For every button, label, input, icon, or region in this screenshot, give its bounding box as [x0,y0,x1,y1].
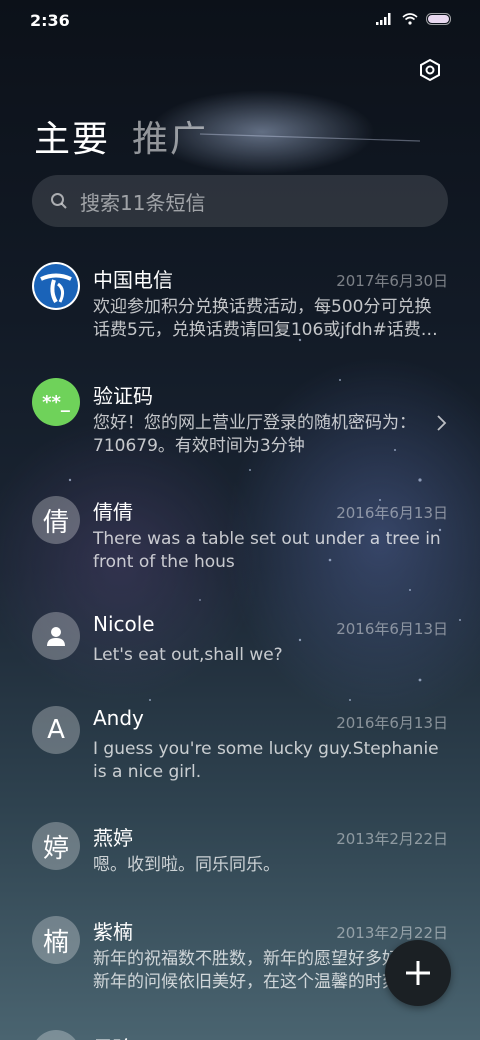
china-telecom-logo-avatar [32,262,80,310]
status-icons [376,13,452,25]
contact-name: 紫楠 [93,920,133,944]
contact-avatar: 倩 [32,496,80,544]
contact-name: 子玲 [93,1032,133,1040]
verification-code-avatar: **_ [32,378,80,426]
tab-bar: 主要 推广 [34,110,208,162]
contact-name: 倩倩 [93,500,133,524]
conversation-item[interactable]: A Andy 2016年6月13日 I guess you're some lu… [0,678,480,794]
contact-name: Nicole [93,612,155,636]
conversation-item[interactable]: **_ 验证码 您好！您的网上营业厅登录的随机密码为：710679。有效时间为3… [0,352,480,468]
person-icon [47,627,65,646]
search-icon [51,193,67,209]
message-preview: 嗯。收到啦。同乐同乐。 [93,855,280,875]
battery-icon [426,13,451,25]
conversation-item[interactable]: 中国电信 2017年6月30日 欢迎参加积分兑换话费活动，每500分可兑换话费5… [0,236,480,352]
contact-avatar: A [32,706,80,754]
plus-icon [406,961,430,985]
conversation-item[interactable]: 玲 子玲 [0,1004,480,1040]
message-date: 2016年6月13日 [336,714,448,732]
contact-avatar [32,612,80,660]
status-time: 2:36 [30,11,70,30]
wifi-icon [402,13,418,25]
message-preview: Let's eat out,shall we? [93,645,283,665]
message-preview: 欢迎参加积分兑换话费活动，每500分可兑换话费5元，兑换话费请回复106或jfd… [93,297,438,340]
contact-name: 中国电信 [93,268,173,292]
china-telecom-logo-icon [34,264,78,308]
status-bar: 2:36 [0,0,480,40]
message-date: 2016年6月13日 [336,504,448,522]
conversation-item[interactable]: 婷 燕婷 2013年2月22日 嗯。收到啦。同乐同乐。 [0,794,480,888]
message-date: 2013年2月22日 [336,830,448,848]
hexagon-settings-icon [420,58,440,82]
message-date: 2016年6月13日 [336,620,448,638]
contact-name: Andy [93,706,144,730]
message-date: 2013年2月22日 [336,924,448,942]
chevron-right-icon[interactable] [436,414,448,432]
conversation-item[interactable]: 倩 倩倩 2016年6月13日 There was a table set ou… [0,468,480,584]
signal-icon [376,13,391,25]
tab-primary[interactable]: 主要 [34,110,110,162]
contact-name: 燕婷 [93,826,133,850]
search-bar[interactable]: 搜索11条短信 [32,175,448,227]
tab-promotions[interactable]: 推广 [132,110,208,162]
message-preview: There was a table set out under a tree i… [93,529,441,572]
contact-name: 验证码 [93,384,153,408]
settings-button[interactable] [414,54,446,86]
message-date: 2017年6月30日 [336,272,448,290]
compose-button[interactable] [385,940,451,1006]
message-preview: I guess you're some lucky guy.Stephanie … [93,739,439,782]
contact-avatar: 玲 [32,1030,80,1040]
contact-avatar: 楠 [32,916,80,964]
contact-avatar: 婷 [32,822,80,870]
search-placeholder: 搜索11条短信 [80,190,206,215]
conversation-item[interactable]: Nicole 2016年6月13日 Let's eat out,shall we… [0,584,480,678]
message-preview: 您好！您的网上营业厅登录的随机密码为：710679。有效时间为3分钟 [93,413,416,456]
